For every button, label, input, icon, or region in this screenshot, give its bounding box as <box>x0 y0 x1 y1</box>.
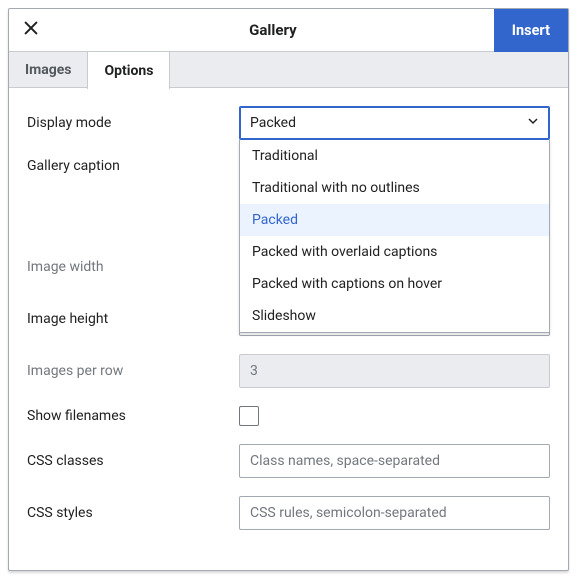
gallery-dialog: Gallery Insert Images Options Display mo… <box>8 8 569 571</box>
display-mode-dropdown: Traditional Traditional with no outlines… <box>239 140 550 333</box>
row-css-classes: CSS classes <box>27 444 550 478</box>
tab-images-label: Images <box>25 62 71 78</box>
dialog-body: Display mode Packed Traditional Traditio… <box>9 88 568 570</box>
display-mode-select[interactable]: Packed <box>239 106 550 140</box>
show-filenames-checkbox[interactable] <box>239 406 259 426</box>
row-display-mode: Display mode Packed Traditional Traditio… <box>27 106 550 140</box>
row-images-per-row: Images per row <box>27 354 550 388</box>
close-button[interactable] <box>9 9 52 52</box>
dialog-title: Gallery <box>52 21 494 39</box>
control-css-styles <box>239 496 550 530</box>
label-image-width: Image width <box>27 259 239 275</box>
control-images-per-row <box>239 354 550 388</box>
label-image-height: Image height <box>27 311 239 327</box>
control-css-classes <box>239 444 550 478</box>
close-icon <box>22 19 40 41</box>
insert-button[interactable]: Insert <box>494 9 568 52</box>
label-gallery-caption: Gallery caption <box>27 158 239 174</box>
css-classes-input[interactable] <box>239 444 550 478</box>
dropdown-item-traditional[interactable]: Traditional <box>240 140 549 172</box>
chevron-down-icon <box>527 115 539 131</box>
control-show-filenames <box>239 406 550 426</box>
row-show-filenames: Show filenames <box>27 406 550 426</box>
display-mode-value: Packed <box>250 115 296 131</box>
tabs: Images Options <box>9 52 568 88</box>
row-css-styles: CSS styles <box>27 496 550 530</box>
insert-button-label: Insert <box>512 22 550 39</box>
dropdown-item-slideshow[interactable]: Slideshow <box>240 300 549 332</box>
dropdown-item-packed-hover[interactable]: Packed with captions on hover <box>240 268 549 300</box>
dropdown-item-packed[interactable]: Packed <box>240 204 549 236</box>
tab-options-label: Options <box>104 63 153 79</box>
tab-options[interactable]: Options <box>87 52 170 89</box>
tab-images[interactable]: Images <box>9 52 87 88</box>
label-show-filenames: Show filenames <box>27 408 239 424</box>
images-per-row-input <box>239 354 550 388</box>
label-display-mode: Display mode <box>27 115 239 131</box>
label-css-classes: CSS classes <box>27 453 239 469</box>
dropdown-item-packed-overlaid[interactable]: Packed with overlaid captions <box>240 236 549 268</box>
dialog-header: Gallery Insert <box>9 9 568 52</box>
css-styles-input[interactable] <box>239 496 550 530</box>
control-display-mode: Packed Traditional Traditional with no o… <box>239 106 550 140</box>
dropdown-item-traditional-no-outlines[interactable]: Traditional with no outlines <box>240 172 549 204</box>
label-images-per-row: Images per row <box>27 363 239 379</box>
label-css-styles: CSS styles <box>27 505 239 521</box>
